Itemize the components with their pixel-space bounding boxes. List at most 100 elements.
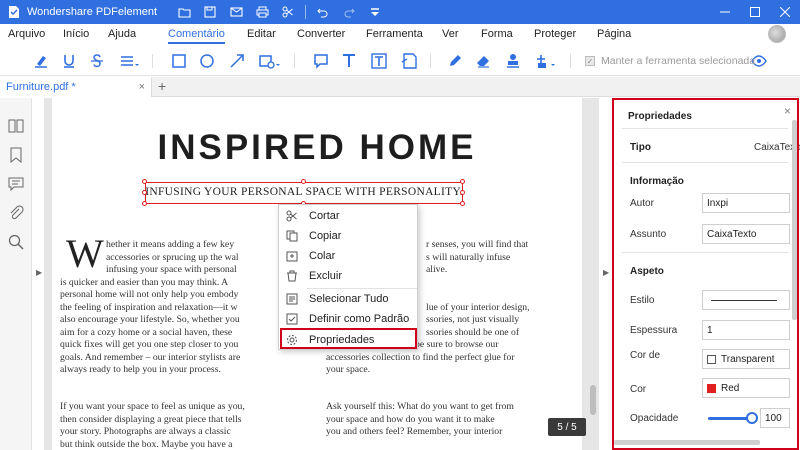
open-folder-icon[interactable]: [171, 2, 197, 22]
ctx-label: Colar: [309, 250, 336, 262]
resize-handle[interactable]: [460, 190, 465, 195]
customize-dropdown-icon[interactable]: [362, 2, 388, 22]
text-box-icon[interactable]: [368, 51, 390, 71]
close-tab-icon[interactable]: ×: [139, 81, 145, 93]
ctx-label: Cortar: [309, 210, 340, 222]
pencil-icon[interactable]: [444, 51, 466, 71]
delete-icon: [285, 269, 299, 283]
divider: [305, 5, 307, 19]
rectangle-icon[interactable]: [168, 51, 190, 71]
document-scrollbar[interactable]: [590, 385, 596, 415]
menu-forma[interactable]: Forma: [481, 28, 513, 40]
restore-icon[interactable]: [740, 0, 770, 24]
minimize-icon[interactable]: [710, 0, 740, 24]
highlight-icon[interactable]: [30, 51, 52, 71]
body-line: the feeling of inspiration and relaxatio…: [60, 301, 238, 313]
tab-furniture[interactable]: Furniture.pdf * ×: [0, 77, 152, 97]
resize-handle[interactable]: [142, 179, 147, 184]
menu-comentario[interactable]: Comentário: [168, 28, 225, 44]
body-line: personal home will not only help you emb…: [60, 289, 239, 300]
underline-icon[interactable]: [58, 51, 80, 71]
callout-icon[interactable]: [398, 51, 420, 71]
arrow-icon[interactable]: [226, 51, 248, 71]
menu-pagina[interactable]: Página: [597, 28, 631, 40]
divider: [430, 54, 431, 68]
thumbnails-icon[interactable]: [8, 118, 24, 134]
note-icon[interactable]: [310, 51, 332, 71]
resize-handle[interactable]: [460, 201, 465, 206]
insert-text-icon[interactable]: [116, 51, 144, 71]
menu-editar[interactable]: Editar: [247, 28, 276, 40]
ctx-cut[interactable]: Cortar: [279, 206, 419, 226]
body-line: alive.: [426, 264, 448, 275]
typewriter-icon[interactable]: [338, 51, 360, 71]
divider: [570, 54, 571, 68]
body-line: Ask yourself this: What do you want to g…: [326, 401, 514, 412]
attachment-icon[interactable]: [532, 51, 560, 71]
stamp-icon[interactable]: [502, 51, 524, 71]
ctx-label: Copiar: [309, 230, 342, 242]
oval-icon[interactable]: [196, 51, 218, 71]
strikethrough-icon[interactable]: [86, 51, 108, 71]
check-icon: [285, 312, 299, 326]
menu-arquivo[interactable]: Arquivo: [8, 28, 45, 40]
redo-icon[interactable]: [336, 2, 362, 22]
collapse-right-panel-icon[interactable]: ▶: [603, 268, 609, 277]
attachments-icon[interactable]: [8, 205, 24, 221]
undo-icon[interactable]: [310, 2, 336, 22]
avatar[interactable]: [768, 25, 786, 43]
page-indicator: 5 / 5: [548, 418, 586, 436]
comments-icon[interactable]: [8, 176, 24, 192]
cut-icon: [285, 209, 299, 223]
body-line: aim for a cozy home or a social haven, t…: [60, 326, 233, 338]
add-tab-icon[interactable]: +: [158, 78, 166, 94]
menu-ferramenta[interactable]: Ferramenta: [366, 28, 423, 40]
title-bar: Wondershare PDFelement: [0, 0, 800, 24]
paste-icon: [285, 249, 299, 263]
menu-proteger[interactable]: Proteger: [534, 28, 576, 40]
body-line: s will naturally infuse: [426, 251, 511, 263]
menu-inicio[interactable]: Início: [63, 28, 89, 40]
ctx-label: Selecionar Tudo: [309, 293, 389, 305]
divider: [294, 54, 295, 68]
menu-ver[interactable]: Ver: [442, 28, 459, 40]
resize-handle[interactable]: [460, 179, 465, 184]
body-line: but think outside the box. Maybe you hav…: [60, 438, 233, 450]
ctx-label: Excluir: [309, 270, 343, 282]
menu-converter[interactable]: Converter: [297, 28, 345, 40]
ctx-select-all[interactable]: Selecionar Tudo: [279, 289, 419, 309]
ctx-set-default[interactable]: Definir como Padrão: [279, 309, 419, 329]
expand-left-panel-icon[interactable]: ▶: [36, 268, 42, 277]
menu-ajuda[interactable]: Ajuda: [108, 28, 136, 40]
body-line: r senses, you will find that: [426, 239, 529, 250]
menu-bar: Arquivo Início Ajuda Comentário Editar C…: [0, 24, 800, 46]
resize-handle[interactable]: [301, 179, 306, 184]
body-line: lue of your interior design,: [426, 301, 530, 313]
save-icon[interactable]: [197, 2, 223, 22]
bookmark-icon[interactable]: [8, 147, 24, 164]
window-controls: [710, 0, 800, 24]
body-line: hether it means adding a few key: [106, 239, 235, 250]
ctx-paste[interactable]: Colar: [279, 246, 419, 266]
left-sidebar: [0, 98, 32, 450]
body-line: accessories or sprucing up the wal: [106, 251, 239, 263]
body-line: then consider displaying a great piece t…: [60, 413, 242, 425]
ctx-delete[interactable]: Excluir: [279, 266, 419, 286]
email-icon[interactable]: [223, 2, 249, 22]
scissors-icon[interactable]: [275, 2, 301, 22]
print-icon[interactable]: [249, 2, 275, 22]
ctx-copy[interactable]: Copiar: [279, 226, 419, 246]
headline: INSPIRED HOME: [157, 128, 477, 167]
keep-tool-selected-checkbox[interactable]: ✓ Manter a ferramenta selecionada: [585, 55, 755, 67]
tab-label: Furniture.pdf *: [6, 81, 76, 93]
search-icon[interactable]: [8, 234, 24, 250]
body-line: your space.: [326, 364, 371, 375]
body-line: ssories, not just visually: [426, 314, 520, 325]
app-logo-icon: [5, 3, 23, 21]
shape-icon[interactable]: [256, 51, 284, 71]
resize-handle[interactable]: [142, 190, 147, 195]
select-all-icon: [285, 292, 299, 306]
resize-handle[interactable]: [142, 201, 147, 206]
eraser-icon[interactable]: [472, 51, 494, 71]
close-window-icon[interactable]: [770, 0, 800, 24]
